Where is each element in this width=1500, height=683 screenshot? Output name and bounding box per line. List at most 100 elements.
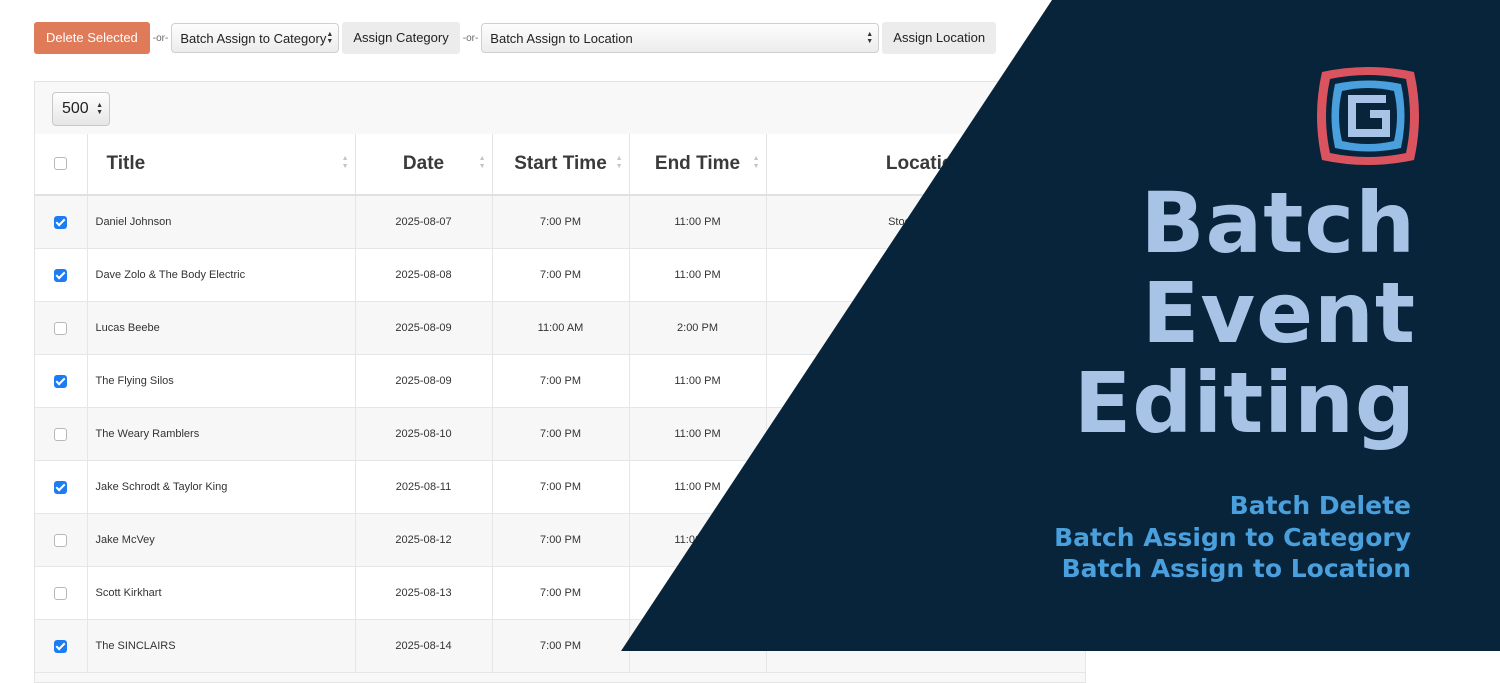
end-time-cell: 11:00 PM <box>629 460 767 514</box>
end-time-cell: 11:00 PM <box>629 354 767 408</box>
headline-line: Editing <box>1073 354 1416 452</box>
table-row[interactable]: The Weary Ramblers 2025-08-10 7:00 PM 11:00… <box>35 407 1086 461</box>
sort-icon: ▲ ▼ <box>478 155 486 170</box>
table-row[interactable]: Jake McVey 2025-08-12 7:00 PM 11:00 PM <box>35 513 1086 567</box>
delete-selected-button[interactable]: Delete Selected <box>34 22 150 54</box>
assign-location-button[interactable]: Assign Location <box>882 22 997 54</box>
promo-headline: Batch Event Editing <box>1074 178 1416 448</box>
start-time-cell: 7:00 PM <box>492 619 630 673</box>
date-cell: 2025-08-08 <box>355 248 493 302</box>
location-select[interactable]: Batch Assign to Location ▲ ▼ <box>481 23 880 53</box>
location-cell: Stockman's Inn <box>766 301 1086 355</box>
row-select-cell <box>35 354 88 408</box>
page-size-select[interactable]: 500 ▲ ▼ <box>52 92 110 126</box>
column-header-title[interactable]: Title ▲ ▼ <box>87 134 356 196</box>
page-size-value: 500 <box>62 100 89 117</box>
column-header-label: Date <box>402 153 445 174</box>
date-cell: 2025-08-13 <box>355 566 493 620</box>
column-header-date[interactable]: Date ▲ ▼ <box>355 134 493 196</box>
end-time-cell <box>629 619 767 673</box>
category-select-value: Batch Assign to Category <box>180 31 327 46</box>
batch-toolbar: Delete Selected -or- Batch Assign to Cat… <box>34 22 997 54</box>
row-checkbox[interactable] <box>54 586 68 600</box>
title-cell: Jake McVey <box>87 513 356 567</box>
events-table: Title ▲ ▼ Date ▲ ▼ Start Time ▲ ▼ End Time … <box>35 134 1086 673</box>
date-cell: 2025-08-12 <box>355 513 493 567</box>
title-cell: Scott Kirkhart <box>87 566 356 620</box>
column-header-label: End Time <box>654 153 741 174</box>
table-row[interactable]: Scott Kirkhart 2025-08-13 7:00 PM <box>35 566 1086 620</box>
location-cell <box>766 354 1086 408</box>
g-logo-icon <box>1317 67 1419 165</box>
select-arrows-icon: ▲ ▼ <box>96 102 103 116</box>
select-all-header <box>35 134 88 196</box>
title-cell: The SINCLAIRS <box>87 619 356 673</box>
sort-icon: ▲ ▼ <box>752 155 760 170</box>
start-time-cell: 7:00 PM <box>492 248 630 302</box>
category-select[interactable]: Batch Assign to Category ▲ ▼ <box>171 23 340 53</box>
row-checkbox[interactable] <box>54 321 68 335</box>
select-arrows-icon: ▲ ▼ <box>866 31 874 45</box>
select-arrows-icon: ▲ ▼ <box>326 31 334 45</box>
end-time-cell: 11:00 PM <box>629 407 767 461</box>
row-select-cell <box>35 248 88 302</box>
select-all-checkbox[interactable] <box>54 157 68 171</box>
column-header-label: Start Time <box>514 153 607 174</box>
column-header-location[interactable]: Location <box>766 134 1086 196</box>
location-cell <box>766 619 1086 673</box>
start-time-cell: 11:00 AM <box>492 301 630 355</box>
column-header-end-time[interactable]: End Time ▲ ▼ <box>629 134 767 196</box>
row-select-cell <box>35 407 88 461</box>
row-checkbox[interactable] <box>54 480 68 494</box>
row-select-cell <box>35 566 88 620</box>
table-row[interactable]: The Flying Silos 2025-08-09 7:00 PM 11:00 P… <box>35 354 1086 408</box>
column-header-start-time[interactable]: Start Time ▲ ▼ <box>492 134 630 196</box>
table-row[interactable]: The SINCLAIRS 2025-08-14 7:00 PM <box>35 619 1086 673</box>
date-cell: 2025-08-07 <box>355 195 493 249</box>
end-time-cell: 11:00 PM <box>629 513 767 567</box>
promo-feature-list: Batch Delete Batch Assign to Category Ba… <box>1054 490 1411 585</box>
table-row[interactable]: Dave Zolo & The Body Electric 2025-08-08 7… <box>35 248 1086 302</box>
sort-icon: ▲ ▼ <box>341 155 349 170</box>
title-cell: Daniel Johnson <box>87 195 356 249</box>
date-cell: 2025-08-10 <box>355 407 493 461</box>
row-select-cell <box>35 301 88 355</box>
title-cell: The Weary Ramblers <box>87 407 356 461</box>
row-select-cell <box>35 195 88 249</box>
headline-line: Batch <box>1140 174 1416 272</box>
start-time-cell: 7:00 PM <box>492 566 630 620</box>
events-table-panel: 500 ▲ ▼ Title ▲ ▼ Date ▲ ▼ Start Time ▲ … <box>34 81 1086 683</box>
end-time-cell: 11:00 PM <box>629 195 767 249</box>
row-checkbox[interactable] <box>54 533 68 547</box>
location-cell <box>766 407 1086 461</box>
location-cell <box>766 566 1086 620</box>
date-cell: 2025-08-11 <box>355 460 493 514</box>
date-cell: 2025-08-09 <box>355 301 493 355</box>
column-header-label: Title <box>106 153 146 174</box>
sort-icon: ▲ ▼ <box>615 155 623 170</box>
table-row[interactable]: Jake Schrodt & Taylor King 2025-08-11 7:00… <box>35 460 1086 514</box>
start-time-cell: 7:00 PM <box>492 354 630 408</box>
start-time-cell: 7:00 PM <box>492 407 630 461</box>
start-time-cell: 7:00 PM <box>492 195 630 249</box>
row-checkbox[interactable] <box>54 268 68 282</box>
title-cell: Jake Schrodt & Taylor King <box>87 460 356 514</box>
start-time-cell: 7:00 PM <box>492 460 630 514</box>
end-time-cell: 2:00 PM <box>629 301 767 355</box>
feature-item: Batch Assign to Category <box>1054 522 1411 552</box>
date-cell: 2025-08-14 <box>355 619 493 673</box>
row-checkbox[interactable] <box>54 374 68 388</box>
table-row[interactable]: Lucas Beebe 2025-08-09 11:00 AM 2:00 PM Stoc… <box>35 301 1086 355</box>
table-row[interactable]: Daniel Johnson 2025-08-07 7:00 PM 11:00 PM S… <box>35 195 1086 249</box>
row-checkbox[interactable] <box>54 215 68 229</box>
title-cell: Dave Zolo & The Body Electric <box>87 248 356 302</box>
feature-item: Batch Delete <box>1229 491 1411 520</box>
table-header-row: Title ▲ ▼ Date ▲ ▼ Start Time ▲ ▼ End Time … <box>35 134 1086 196</box>
row-checkbox[interactable] <box>54 427 68 441</box>
or-separator: -or- <box>152 32 169 44</box>
title-cell: Lucas Beebe <box>87 301 356 355</box>
location-cell <box>766 460 1086 514</box>
assign-category-button[interactable]: Assign Category <box>342 22 460 54</box>
date-cell: 2025-08-09 <box>355 354 493 408</box>
location-cell: Stockman's Inn <box>766 195 1086 249</box>
